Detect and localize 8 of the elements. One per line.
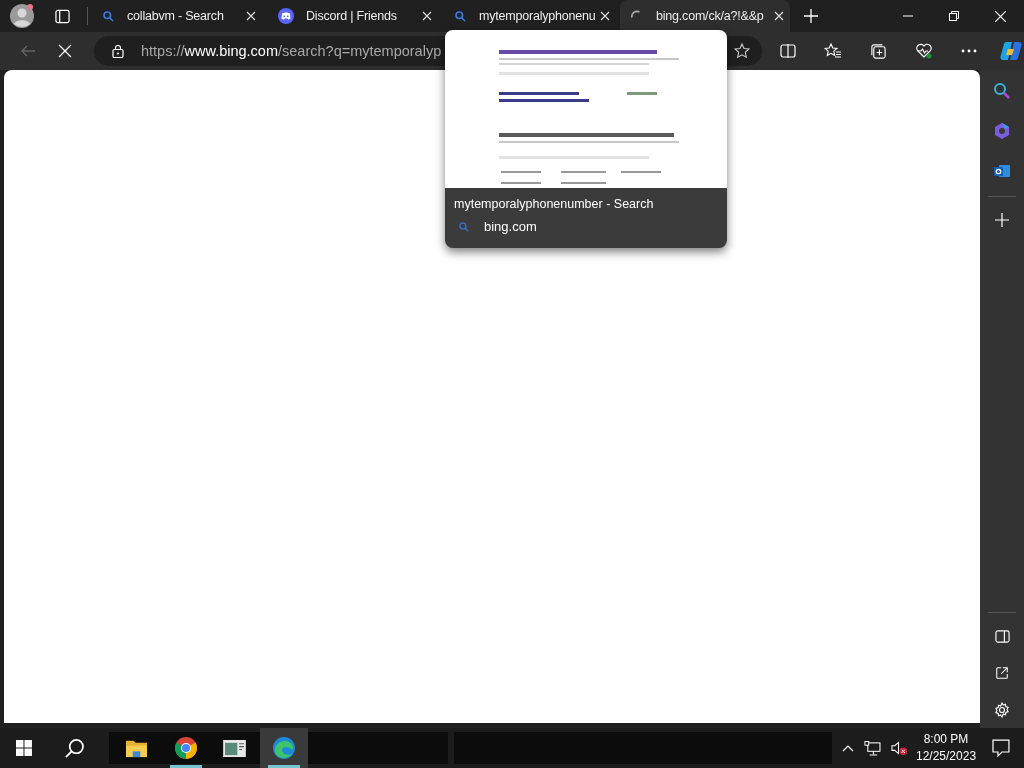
clock-date: 12/25/2023 xyxy=(916,748,977,765)
hover-card-title: mytemporalyphonenumber - Search xyxy=(454,197,655,211)
clock-time: 8:00 PM xyxy=(923,731,969,748)
hover-card-site: bing.com xyxy=(484,219,537,234)
browser-tab[interactable]: collabvm - Search xyxy=(92,0,262,32)
browser-tab[interactable]: Discord | Friends xyxy=(268,0,438,32)
browser-tab[interactable]: bing.com/ck/a?!&&p xyxy=(620,0,790,32)
browser-tab[interactable]: mytemporalyphonenu xyxy=(444,0,614,32)
